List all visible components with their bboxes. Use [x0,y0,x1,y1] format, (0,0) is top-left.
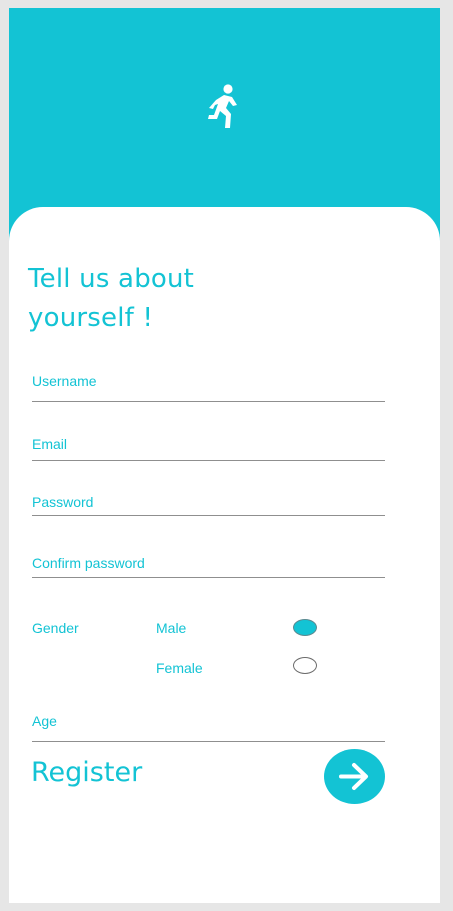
gender-option-male-label: Male [156,620,187,636]
age-underline [32,741,385,742]
form-title-line-1: Tell us about [28,264,195,294]
register-label: Register [31,757,143,788]
username-underline [32,401,385,402]
gender-female-radio[interactable] [293,657,317,674]
gender-option-female-label: Female [156,660,203,676]
email-underline [32,460,385,461]
form-title: Tell us about yourself ! [28,260,288,338]
email-field[interactable] [32,428,385,468]
register-submit-button[interactable] [324,749,385,804]
arrow-right-icon [339,763,368,790]
confirm-password-field[interactable] [32,547,385,587]
gender-label: Gender [32,620,79,636]
confirm-password-underline [32,577,385,578]
form-title-line-2: yourself ! [28,303,154,333]
age-field[interactable] [32,705,385,745]
running-person-icon [208,84,237,128]
username-field[interactable] [32,366,385,406]
gender-male-radio[interactable] [293,619,317,636]
password-field[interactable] [32,485,385,525]
password-underline [32,515,385,516]
